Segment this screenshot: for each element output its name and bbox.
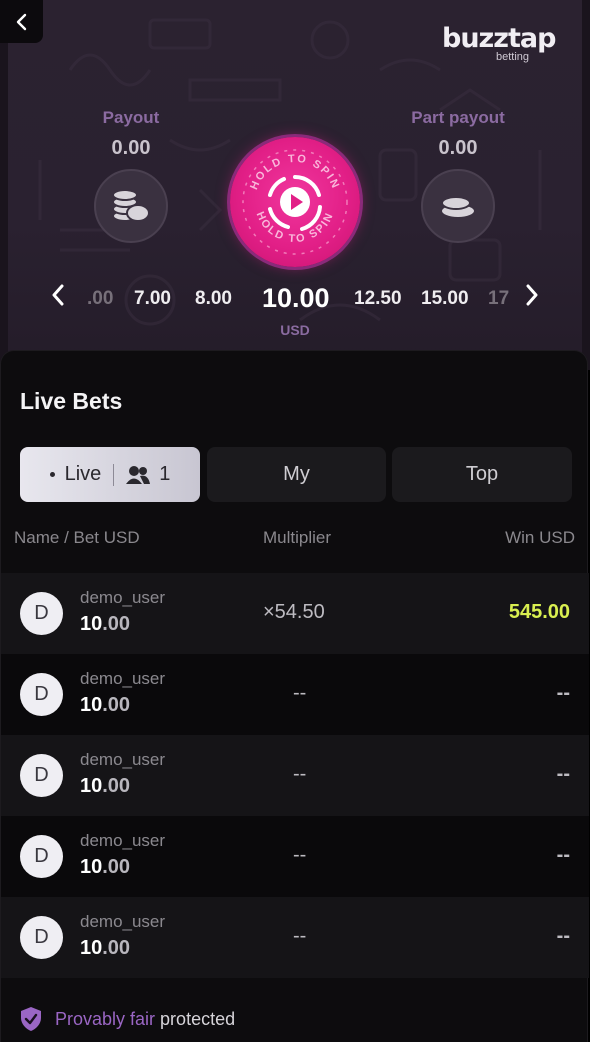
bet-win: -- bbox=[556, 682, 570, 704]
spin-button-graphic: HOLD TO SPIN HOLD TO SPIN bbox=[242, 149, 348, 255]
payout-value: 0.00 bbox=[111, 137, 151, 159]
bet-amount: 10.00 bbox=[80, 613, 130, 636]
bet-next-button[interactable] bbox=[520, 280, 544, 310]
bet-option[interactable]: 17 bbox=[488, 288, 509, 310]
spin-button[interactable]: HOLD TO SPIN HOLD TO SPIN bbox=[230, 137, 360, 267]
tab-divider bbox=[113, 463, 115, 486]
bet-option[interactable]: 7.00 bbox=[134, 288, 171, 310]
bet-amount-dec: .00 bbox=[102, 694, 131, 716]
brand-name: buzztap bbox=[442, 23, 556, 54]
bet-win: -- bbox=[556, 844, 570, 866]
bet-row: D demo_user 10.00 -- -- bbox=[1, 816, 589, 897]
svg-text:HOLD TO SPIN: HOLD TO SPIN bbox=[248, 153, 342, 192]
live-bets-title: Live Bets bbox=[20, 388, 123, 414]
provably-fair-footer[interactable]: Provably fair protected bbox=[19, 1005, 235, 1033]
bet-multiplier: -- bbox=[293, 682, 307, 704]
back-button[interactable] bbox=[0, 0, 43, 43]
live-bets-panel: Live Bets Live 1 My Top Name / Bet USD M… bbox=[0, 350, 589, 1042]
provably-fair-link[interactable]: Provably fair bbox=[55, 1009, 155, 1030]
bet-option[interactable]: .00 bbox=[87, 288, 113, 310]
brand-logo: buzztap betting bbox=[442, 24, 557, 64]
column-multiplier: Multiplier bbox=[263, 528, 332, 547]
bet-option[interactable]: 15.00 bbox=[421, 288, 469, 310]
bet-win: -- bbox=[556, 763, 570, 785]
column-win: Win USD bbox=[505, 528, 575, 547]
bet-row: D demo_user 10.00 -- -- bbox=[1, 897, 589, 978]
brand-sub: betting bbox=[496, 51, 530, 63]
bet-username: demo_user bbox=[80, 669, 166, 688]
currency-label: USD bbox=[280, 322, 310, 338]
avatar: D bbox=[20, 673, 63, 716]
bet-multiplier: -- bbox=[293, 763, 307, 785]
bet-prev-button[interactable] bbox=[46, 280, 70, 310]
tab-live-label: Live bbox=[64, 463, 102, 485]
bet-amount-dec: .00 bbox=[102, 775, 131, 797]
part-payout-button[interactable] bbox=[421, 169, 495, 243]
bet-username: demo_user bbox=[80, 588, 166, 607]
bet-option-selected[interactable]: 10.00 bbox=[262, 283, 330, 314]
bet-option[interactable]: 12.50 bbox=[354, 288, 402, 310]
tab-my[interactable]: My bbox=[207, 447, 386, 502]
bet-row: D demo_user 10.00 -- -- bbox=[1, 654, 589, 735]
live-users-count: 1 bbox=[159, 463, 171, 485]
shield-check-icon bbox=[21, 1007, 41, 1031]
bet-row: D demo_user 10.00 -- -- bbox=[1, 735, 589, 816]
tab-top[interactable]: Top bbox=[392, 447, 572, 502]
bet-multiplier: -- bbox=[293, 925, 307, 947]
protected-label: protected bbox=[160, 1008, 236, 1029]
column-name-bet: Name / Bet USD bbox=[14, 528, 140, 547]
part-payout-stat: Part payout 0.00 bbox=[383, 108, 533, 160]
bet-amount-int: 10 bbox=[80, 775, 103, 797]
chevron-right-icon bbox=[526, 284, 538, 306]
bet-win: -- bbox=[556, 925, 570, 947]
avatar: D bbox=[20, 754, 63, 797]
users-icon bbox=[126, 465, 151, 484]
avatar: D bbox=[20, 916, 63, 959]
bet-amount-dec: .00 bbox=[102, 613, 131, 635]
avatar: D bbox=[20, 592, 63, 635]
bet-amount-int: 10 bbox=[80, 694, 103, 716]
bet-multiplier: ×54.50 bbox=[263, 601, 325, 623]
bet-selector: .00 7.00 8.00 10.00 12.50 15.00 17 bbox=[0, 280, 590, 320]
coins-stack-icon bbox=[112, 189, 150, 222]
bet-username: demo_user bbox=[80, 912, 166, 931]
tab-live[interactable]: Live 1 bbox=[20, 447, 200, 502]
bet-amount: 10.00 bbox=[80, 937, 130, 960]
chevron-left-icon bbox=[52, 284, 64, 306]
back-arrow-icon bbox=[16, 13, 26, 30]
bet-amount: 10.00 bbox=[80, 775, 130, 798]
bet-multiplier: -- bbox=[293, 844, 307, 866]
bet-amount: 10.00 bbox=[80, 856, 130, 879]
bet-row: D demo_user 10.00 ×54.50 545.00 bbox=[1, 573, 589, 654]
part-payout-value: 0.00 bbox=[438, 137, 478, 159]
bet-amount: 10.00 bbox=[80, 694, 130, 717]
spin-text-top: HOLD TO SPIN bbox=[248, 153, 340, 192]
coin-icon bbox=[440, 196, 476, 219]
live-dot bbox=[49, 472, 55, 477]
bet-win: 545.00 bbox=[508, 601, 570, 623]
bet-amount-int: 10 bbox=[80, 856, 103, 878]
bet-amount-dec: .00 bbox=[102, 856, 131, 878]
bet-amount-int: 10 bbox=[80, 937, 103, 959]
payout-stat: Payout 0.00 bbox=[56, 108, 206, 160]
bet-username: demo_user bbox=[80, 831, 166, 850]
bet-amount-int: 10 bbox=[80, 613, 103, 635]
bet-amount-dec: .00 bbox=[102, 937, 131, 959]
bet-username: demo_user bbox=[80, 750, 166, 769]
payout-label: Payout bbox=[102, 108, 160, 127]
part-payout-label: Part payout bbox=[411, 108, 505, 127]
avatar: D bbox=[20, 835, 63, 878]
bets-tabs: Live 1 My Top bbox=[20, 447, 572, 502]
bet-option[interactable]: 8.00 bbox=[195, 288, 232, 310]
payout-button[interactable] bbox=[94, 169, 168, 243]
